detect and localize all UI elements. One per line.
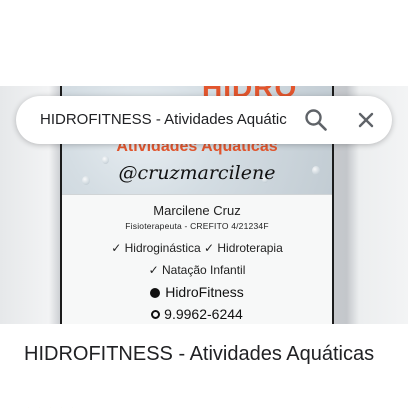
card-handle: @cruzmarcilene (118, 162, 276, 184)
search-input[interactable]: HIDROFITNESS - Atividades Aquátic (40, 96, 292, 144)
result-title[interactable]: HIDROFITNESS - Atividades Aquáticas (24, 340, 384, 368)
whatsapp-icon (151, 310, 161, 319)
card-services-line-1: ✓ Hidroginástica ✓ Hidroterapia (111, 241, 283, 255)
card-phone: 9.9962-6244 (62, 306, 332, 322)
facebook-icon (150, 288, 161, 298)
card-role: Fisioterapeuta - CREFITO 4/21234F (125, 221, 269, 231)
search-icon[interactable] (300, 104, 332, 136)
top-blank-area (0, 0, 408, 86)
card-brand-text: HidroFitness (165, 284, 244, 300)
close-icon[interactable] (350, 104, 382, 136)
card-person-name: Marcilene Cruz (153, 203, 241, 218)
rating-stars: ★★★★★ (24, 402, 79, 408)
card-services-line-2: ✓ Natação Infantil (148, 263, 246, 277)
card-brand: HidroFitness (62, 284, 332, 300)
card-body: Marcilene Cruz Fisioterapeuta - CREFITO … (62, 194, 332, 324)
card-phone-text: 9.9962-6244 (164, 306, 243, 322)
search-bar: HIDROFITNESS - Atividades Aquátic (16, 96, 392, 144)
